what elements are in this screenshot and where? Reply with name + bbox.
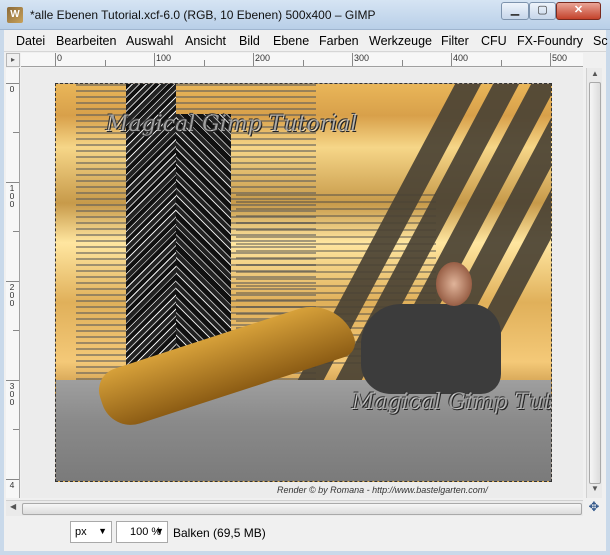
chevron-down-icon: ▼ [98,526,107,536]
menu-ansicht[interactable]: Ansicht [185,34,226,48]
gimp-app-icon[interactable]: W [7,7,23,23]
navigate-icon[interactable]: ✥ [586,499,602,515]
ruler-label: 300 [9,381,15,407]
minimize-button[interactable]: ▁ [501,2,529,20]
menu-werkzeuge[interactable]: Werkzeuge [369,34,432,48]
zoom-selector[interactable]: 100 % ▼ [116,521,168,543]
render-credit: Render © by Romana - http://www.bastelga… [277,485,488,495]
unit-value: px [75,526,87,538]
scroll-up-icon[interactable]: ▲ [589,69,601,81]
horizontal-ruler[interactable]: 0 100 200 300 400 500 [21,53,583,67]
menu-datei[interactable]: Datei [16,34,45,48]
menu-farben[interactable]: Farben [319,34,359,48]
close-button[interactable]: ✕ [556,2,601,20]
figure-head [436,262,472,306]
ruler-label: 4 [9,480,15,490]
scroll-down-icon[interactable]: ▼ [589,484,601,496]
vertical-scroll-thumb[interactable] [589,82,601,484]
ruler-label: 100 [156,53,172,63]
menu-overflow[interactable]: Sc [593,34,608,48]
figure-body [361,304,501,394]
ruler-label: 0 [57,53,63,63]
ruler-label: 100 [9,183,15,209]
ruler-label: 400 [453,53,469,63]
menu-filter[interactable]: Filter [441,34,469,48]
menu-auswahl[interactable]: Auswahl [126,34,173,48]
ruler-label: 200 [255,53,271,63]
menu-arrow-icon[interactable] [586,53,602,67]
maximize-button[interactable]: ▢ [529,2,556,20]
ruler-label: 300 [354,53,370,63]
menu-ebene[interactable]: Ebene [273,34,309,48]
quick-mask-toggle[interactable]: ▸ [6,53,20,67]
horizontal-scrollbar[interactable]: ◀ [6,500,583,516]
menu-bar: Datei Bearbeiten Auswahl Ansicht Bild Eb… [4,30,608,52]
scroll-left-icon[interactable]: ◀ [10,502,16,511]
chevron-down-icon: ▼ [155,526,164,536]
window-title: *alle Ebenen Tutorial.xcf-6.0 (RGB, 10 E… [30,8,376,22]
menu-bild[interactable]: Bild [239,34,260,48]
unit-selector[interactable]: px ▼ [70,521,112,543]
vertical-scrollbar[interactable]: ▲ ▼ [586,68,602,498]
menu-cfu[interactable]: CFU [481,34,507,48]
ruler-label: 0 [9,84,15,94]
ruler-label: 200 [9,282,15,308]
vertical-ruler[interactable]: 0 100 200 300 4 [6,68,20,498]
status-message: Balken (69,5 MB) [173,526,266,540]
watermark-top: Magical Gimp Tutorial [106,112,358,137]
watermark-bottom: Magical Gimp Tutorial [352,390,552,415]
title-bar: W *alle Ebenen Tutorial.xcf-6.0 (RGB, 10… [0,0,610,30]
menu-bearbeiten[interactable]: Bearbeiten [56,34,116,48]
ruler-label: 500 [552,53,568,63]
image-canvas[interactable]: Magical Gimp Tutorial Magical Gimp Tutor… [55,83,552,482]
horizontal-scroll-thumb[interactable] [22,503,582,515]
menu-fx-foundry[interactable]: FX-Foundry [517,34,583,48]
